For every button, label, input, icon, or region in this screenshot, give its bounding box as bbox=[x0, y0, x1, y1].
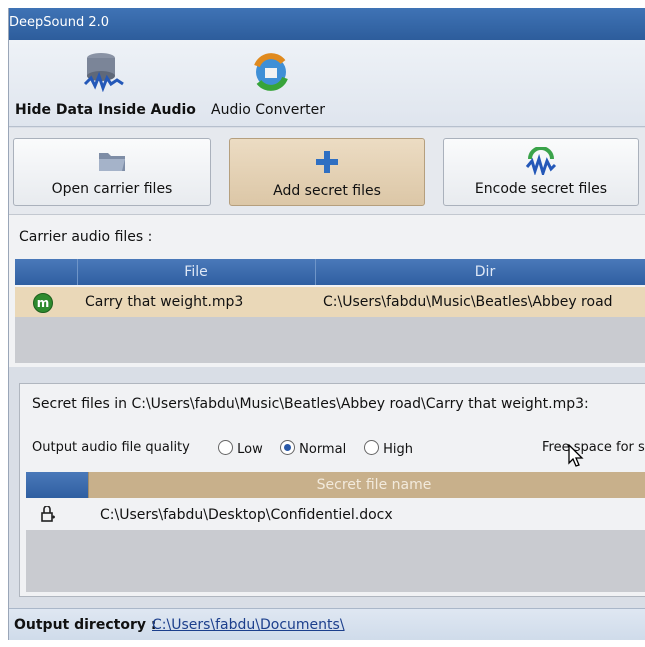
folder-icon bbox=[99, 153, 125, 171]
attach-icon bbox=[41, 506, 55, 522]
quality-label: Output audio file quality bbox=[32, 440, 190, 455]
output-directory-bar: Output directory : C:\Users\fabdu\Docume… bbox=[9, 608, 645, 640]
quality-option-high[interactable]: High bbox=[364, 440, 413, 457]
secret-file-cell: C:\Users\fabdu\Desktop\Confidentiel.docx bbox=[100, 507, 393, 523]
secret-col-blank bbox=[26, 472, 89, 498]
free-space-label: Free space for se bbox=[542, 440, 645, 455]
encode-icon bbox=[525, 147, 557, 175]
cursor-icon bbox=[568, 444, 584, 467]
secret-row[interactable]: C:\Users\fabdu\Desktop\Confidentiel.docx bbox=[26, 500, 645, 530]
plus-icon bbox=[316, 151, 338, 173]
converter-icon bbox=[254, 53, 288, 91]
add-secret-button[interactable]: Add secret files bbox=[229, 138, 425, 206]
secret-section-title: Secret files in C:\Users\fabdu\Music\Bea… bbox=[32, 396, 589, 412]
carrier-grid-header: File Dir bbox=[15, 259, 645, 285]
carrier-panel: Carrier audio files : File Dir m Carry t… bbox=[9, 214, 645, 367]
carrier-grid-empty bbox=[15, 317, 645, 363]
output-directory-link[interactable]: C:\Users\fabdu\Documents\ bbox=[152, 617, 345, 633]
radio-high[interactable] bbox=[364, 440, 379, 455]
quality-high-label: High bbox=[383, 442, 414, 457]
audio-converter-tab[interactable]: Audio Converter bbox=[209, 40, 339, 126]
quality-normal-label: Normal bbox=[299, 442, 347, 457]
quality-low-label: Low bbox=[237, 442, 263, 457]
carrier-file-cell: Carry that weight.mp3 bbox=[85, 294, 244, 310]
carrier-section-label: Carrier audio files : bbox=[19, 229, 153, 245]
encode-secret-button[interactable]: Encode secret files bbox=[443, 138, 639, 206]
carrier-dir-cell: C:\Users\fabdu\Music\Beatles\Abbey road bbox=[323, 294, 613, 310]
add-secret-label: Add secret files bbox=[273, 183, 381, 199]
carrier-col-file[interactable]: File bbox=[77, 259, 316, 285]
hide-data-label: Hide Data Inside Audio bbox=[15, 102, 196, 118]
toolbar: Open carrier files Add secret files Enco… bbox=[9, 128, 645, 214]
secret-grid-empty bbox=[26, 530, 645, 592]
carrier-col-dir[interactable]: Dir bbox=[315, 259, 645, 285]
secret-grid-header: Secret file name bbox=[26, 472, 645, 498]
quality-option-normal[interactable]: Normal bbox=[280, 440, 346, 457]
audio-stack-icon bbox=[83, 53, 124, 92]
hide-data-tab[interactable]: Hide Data Inside Audio bbox=[15, 40, 197, 126]
output-directory-label: Output directory : bbox=[14, 617, 157, 633]
encode-secret-label: Encode secret files bbox=[474, 181, 608, 197]
ribbon: Hide Data Inside Audio Audio Converter bbox=[9, 40, 645, 127]
carrier-col-blank bbox=[15, 259, 78, 285]
radio-low[interactable] bbox=[218, 440, 233, 455]
open-carrier-button[interactable]: Open carrier files bbox=[13, 138, 211, 206]
open-carrier-label: Open carrier files bbox=[51, 181, 173, 197]
secret-col-name[interactable]: Secret file name bbox=[88, 472, 645, 498]
title-bar: DeepSound 2.0 bbox=[9, 8, 645, 40]
radio-normal[interactable] bbox=[280, 440, 295, 455]
window-title: DeepSound 2.0 bbox=[9, 15, 110, 30]
audio-converter-label: Audio Converter bbox=[211, 102, 325, 118]
quality-option-low[interactable]: Low bbox=[218, 440, 263, 457]
app-window: DeepSound 2.0 Hide Data Inside Audio Aud… bbox=[8, 8, 645, 640]
carrier-row[interactable]: m Carry that weight.mp3 C:\Users\fabdu\M… bbox=[15, 287, 645, 317]
m-badge-icon: m bbox=[33, 293, 53, 313]
secret-panel: Secret files in C:\Users\fabdu\Music\Bea… bbox=[19, 383, 645, 597]
